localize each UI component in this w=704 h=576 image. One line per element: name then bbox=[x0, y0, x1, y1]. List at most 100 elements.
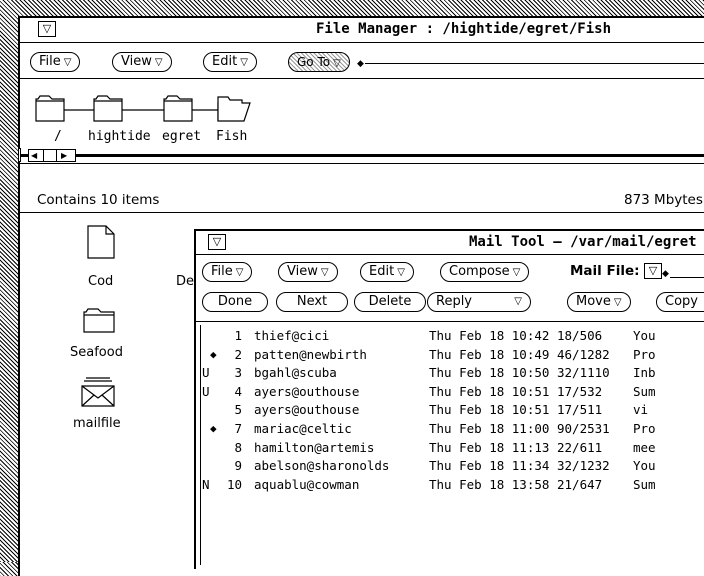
move-label: Move bbox=[576, 294, 611, 309]
message-subject: Inb bbox=[633, 365, 656, 381]
message-row[interactable]: ◆ 7 mariac@celtic Thu Feb 18 11:00 90/2531 Pr… bbox=[202, 421, 704, 437]
done-button[interactable]: Done bbox=[202, 292, 268, 312]
message-date: Thu Feb 18 11:13 bbox=[429, 439, 550, 455]
envelope-icon[interactable] bbox=[80, 376, 116, 408]
message-attachment-marker: ◆ bbox=[210, 422, 217, 435]
message-date: Thu Feb 18 11:34 bbox=[429, 458, 550, 474]
item-label-mailfile[interactable]: mailfile bbox=[73, 416, 121, 431]
scroll-left-arrow-icon[interactable]: ◀ bbox=[31, 150, 37, 161]
window-resize-corner[interactable] bbox=[18, 16, 26, 24]
delete-button[interactable]: Delete bbox=[354, 292, 426, 312]
path-segment-hightide[interactable]: hightide bbox=[88, 129, 151, 144]
item-label-cod[interactable]: Cod bbox=[88, 274, 113, 289]
disk-free-status: 873 Mbytes bbox=[624, 192, 703, 208]
document-icon[interactable] bbox=[86, 224, 116, 260]
message-subject: vi bbox=[633, 402, 649, 418]
message-sender: ayers@outhouse bbox=[254, 383, 360, 399]
message-subject: You bbox=[633, 328, 656, 343]
folder-icon[interactable] bbox=[82, 306, 116, 334]
message-sender: aquablu@cowman bbox=[254, 476, 360, 492]
message-list[interactable]: 1 thief@cici Thu Feb 18 10:42 18/506 You ◆ 2 pa… bbox=[200, 325, 704, 565]
message-row[interactable]: ◆ 2 patten@newbirth Thu Feb 18 10:49 46/1282… bbox=[202, 347, 704, 363]
message-number: 4 bbox=[234, 383, 242, 399]
header-list-separator bbox=[196, 321, 704, 322]
move-menu-button[interactable]: Move ▽ bbox=[567, 292, 631, 312]
message-number: 3 bbox=[234, 365, 242, 381]
reply-label: Reply bbox=[436, 294, 473, 309]
chevron-down-icon: ▽ bbox=[63, 57, 72, 68]
input-caret-icon: ◆ bbox=[357, 59, 364, 69]
title-separator bbox=[196, 254, 704, 255]
path-segment-root[interactable]: / bbox=[54, 129, 62, 144]
view-menu-button[interactable]: View ▽ bbox=[278, 262, 338, 282]
message-subject: Pro bbox=[633, 421, 656, 436]
message-sender: hamilton@artemis bbox=[254, 439, 375, 455]
compose-menu-button[interactable]: Compose ▽ bbox=[440, 262, 530, 282]
file-menu-label: File bbox=[211, 264, 233, 279]
window-menu-button[interactable]: ▽ bbox=[38, 21, 56, 37]
message-size: 22/611 bbox=[557, 439, 603, 455]
path-scrollbar[interactable]: ◀ ▶ bbox=[18, 148, 704, 162]
message-sender: thief@cici bbox=[254, 328, 330, 343]
copy-label: Copy bbox=[665, 294, 698, 309]
edit-menu-label: Edit bbox=[212, 54, 238, 69]
message-number: 5 bbox=[234, 402, 242, 418]
file-menu-label: File bbox=[39, 54, 61, 69]
message-number: 8 bbox=[234, 439, 242, 455]
file-menu-button[interactable]: File ▽ bbox=[30, 52, 81, 72]
message-row[interactable]: 8 hamilton@artemis Thu Feb 18 11:13 22/611 m… bbox=[202, 440, 704, 456]
window-title: Mail Tool – /var/mail/egret bbox=[469, 234, 697, 250]
path-segment-fish[interactable]: Fish bbox=[216, 129, 247, 144]
message-date: Thu Feb 18 10:50 bbox=[429, 365, 550, 381]
pane-separator bbox=[20, 163, 704, 164]
goto-menu-button[interactable]: Go To ▽ bbox=[288, 52, 350, 72]
goto-input-field[interactable] bbox=[365, 63, 704, 64]
message-flag: N bbox=[202, 476, 210, 492]
message-date: Thu Feb 18 10:51 bbox=[429, 402, 550, 418]
path-segment-egret[interactable]: egret bbox=[162, 129, 201, 144]
goto-menu-label: Go To bbox=[297, 55, 331, 69]
message-date: Thu Feb 18 10:49 bbox=[429, 346, 550, 362]
message-number: 2 bbox=[234, 346, 242, 362]
edit-menu-button[interactable]: Edit ▽ bbox=[203, 52, 257, 72]
chevron-down-icon: ▽ bbox=[240, 57, 248, 68]
message-number: 9 bbox=[234, 458, 242, 474]
item-count-status: Contains 10 items bbox=[37, 192, 160, 208]
list-left-rule bbox=[200, 325, 201, 565]
message-size: 90/2531 bbox=[557, 421, 610, 436]
message-row[interactable]: 5 ayers@outhouse Thu Feb 18 10:51 17/511 vi bbox=[202, 402, 704, 418]
chevron-down-icon: ▽ bbox=[333, 58, 341, 69]
message-row[interactable]: 1 thief@cici Thu Feb 18 10:42 18/506 You bbox=[202, 328, 704, 344]
message-size: 32/1110 bbox=[557, 365, 610, 381]
mail-file-input[interactable] bbox=[670, 277, 704, 278]
window-menu-button[interactable]: ▽ bbox=[208, 234, 226, 250]
message-subject: Sum bbox=[633, 383, 656, 399]
message-subject: mee bbox=[633, 439, 656, 455]
view-menu-button[interactable]: View ▽ bbox=[112, 52, 172, 72]
message-number: 10 bbox=[226, 476, 242, 492]
message-date: Thu Feb 18 10:42 bbox=[429, 328, 550, 343]
input-caret-icon: ◆ bbox=[662, 269, 669, 279]
message-number: 7 bbox=[234, 421, 242, 436]
message-date: Thu Feb 18 13:58 bbox=[429, 476, 550, 492]
message-row[interactable]: U 3 bgahl@scuba Thu Feb 18 10:50 32/1110 Inb bbox=[202, 365, 704, 381]
next-button[interactable]: Next bbox=[276, 292, 348, 312]
copy-menu-button[interactable]: Copy bbox=[656, 292, 704, 312]
scrollbar-elevator[interactable]: ◀ ▶ bbox=[28, 149, 76, 162]
item-label-partial[interactable]: De bbox=[176, 274, 194, 289]
window-title: File Manager : /hightide/egret/Fish bbox=[316, 21, 612, 37]
scroll-right-arrow-icon[interactable]: ▶ bbox=[61, 150, 67, 161]
mail-file-menu-button[interactable]: ▽ bbox=[644, 263, 662, 279]
message-row[interactable]: N 10 aquablu@cowman Thu Feb 18 13:58 21/647 S… bbox=[202, 477, 704, 493]
message-row[interactable]: U 4 ayers@outhouse Thu Feb 18 10:51 17/532 Su… bbox=[202, 384, 704, 400]
message-row[interactable]: 9 abelson@sharonolds Thu Feb 18 11:34 32/12… bbox=[202, 458, 704, 474]
reply-menu-button[interactable]: Reply ▽ bbox=[427, 292, 531, 312]
edit-menu-button[interactable]: Edit ▽ bbox=[360, 262, 414, 282]
window-resize-corner[interactable] bbox=[194, 229, 202, 237]
message-size: 32/1232 bbox=[557, 458, 610, 474]
file-menu-button[interactable]: File ▽ bbox=[202, 262, 253, 282]
item-label-seafood[interactable]: Seafood bbox=[70, 345, 123, 360]
message-subject: Sum bbox=[633, 476, 656, 492]
chevron-down-icon: ▽ bbox=[235, 267, 244, 278]
message-size: 17/511 bbox=[557, 402, 603, 418]
